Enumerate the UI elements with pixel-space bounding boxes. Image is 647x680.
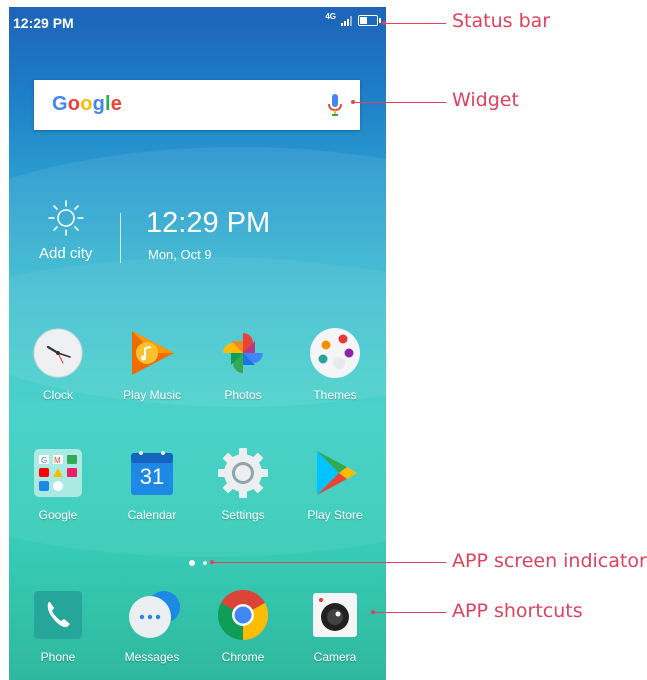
app-photos[interactable]: Photos bbox=[199, 327, 287, 402]
app-label: Camera bbox=[313, 650, 357, 664]
annotation-screen-indicator: APP screen indicator bbox=[452, 550, 647, 572]
annotation-line bbox=[384, 23, 446, 24]
app-label: Photos bbox=[224, 388, 262, 402]
network-type: 4G bbox=[325, 12, 336, 21]
svg-text:G: G bbox=[41, 456, 47, 465]
app-settings[interactable]: Settings bbox=[199, 447, 287, 522]
clock-date: Mon, Oct 9 bbox=[148, 247, 212, 262]
app-label: Clock bbox=[42, 388, 73, 402]
clock-time[interactable]: 12:29 PM bbox=[146, 207, 270, 240]
sun-icon bbox=[47, 200, 84, 236]
google-folder-icon: G M bbox=[32, 447, 84, 499]
google-logo: Google bbox=[52, 93, 123, 115]
page-dot[interactable] bbox=[203, 561, 207, 565]
annotation-line bbox=[353, 102, 446, 103]
app-google-folder[interactable]: G M Google bbox=[14, 447, 102, 522]
app-camera[interactable]: Camera bbox=[291, 589, 379, 664]
calendar-icon: 31 bbox=[126, 447, 178, 499]
app-label: Google bbox=[38, 508, 78, 522]
app-label: Phone bbox=[40, 650, 76, 664]
app-messages[interactable]: Messages bbox=[108, 589, 196, 664]
messages-icon bbox=[126, 589, 180, 641]
app-play-music[interactable]: Play Music bbox=[108, 327, 196, 402]
calendar-day: 31 bbox=[139, 464, 165, 489]
widget-divider bbox=[120, 213, 121, 263]
photos-icon bbox=[217, 327, 269, 379]
app-label: Themes bbox=[313, 388, 357, 402]
page-indicator[interactable] bbox=[189, 560, 207, 566]
status-icons: 4G bbox=[325, 12, 381, 26]
app-label: Chrome bbox=[221, 650, 265, 664]
battery-icon bbox=[358, 15, 381, 26]
battery-fill bbox=[360, 17, 368, 24]
annotation-shortcuts: APP shortcuts bbox=[452, 600, 583, 622]
play-store-icon bbox=[309, 447, 361, 499]
app-themes[interactable]: Themes bbox=[291, 327, 379, 402]
phone-home-screen: 12:29 PM 4G Google Add city 12:29 PM Mon… bbox=[9, 7, 386, 680]
phone-icon bbox=[32, 589, 84, 641]
status-bar: 12:29 PM 4G bbox=[9, 7, 386, 37]
app-label: Messages bbox=[124, 650, 180, 664]
app-label: Settings bbox=[221, 508, 265, 522]
weather-widget[interactable]: Add city bbox=[39, 200, 92, 262]
google-search-widget[interactable]: Google bbox=[34, 80, 360, 130]
app-label: Play Music bbox=[122, 388, 181, 402]
svg-text:M: M bbox=[54, 456, 61, 465]
add-city-label[interactable]: Add city bbox=[39, 245, 92, 262]
clock-icon bbox=[32, 327, 84, 379]
app-calendar[interactable]: 31 Calendar bbox=[108, 447, 196, 522]
app-label: Calendar bbox=[127, 508, 177, 522]
page-dot-active[interactable] bbox=[189, 560, 195, 566]
app-play-store[interactable]: Play Store bbox=[291, 447, 379, 522]
app-chrome[interactable]: Chrome bbox=[199, 589, 287, 664]
status-time: 12:29 PM bbox=[13, 15, 74, 31]
app-label: Play Store bbox=[307, 508, 363, 522]
play-music-icon bbox=[126, 327, 178, 379]
mic-icon[interactable] bbox=[328, 94, 342, 116]
chrome-icon bbox=[217, 589, 269, 641]
annotation-line bbox=[373, 612, 446, 613]
annotation-status-bar: Status bar bbox=[452, 10, 551, 32]
settings-icon bbox=[217, 447, 269, 499]
app-clock[interactable]: Clock bbox=[14, 327, 102, 402]
camera-icon bbox=[309, 589, 361, 641]
signal-icon bbox=[341, 15, 352, 26]
annotation-widget: Widget bbox=[452, 89, 519, 111]
themes-icon bbox=[309, 327, 361, 379]
app-phone[interactable]: Phone bbox=[14, 589, 102, 664]
annotation-line bbox=[212, 562, 446, 563]
